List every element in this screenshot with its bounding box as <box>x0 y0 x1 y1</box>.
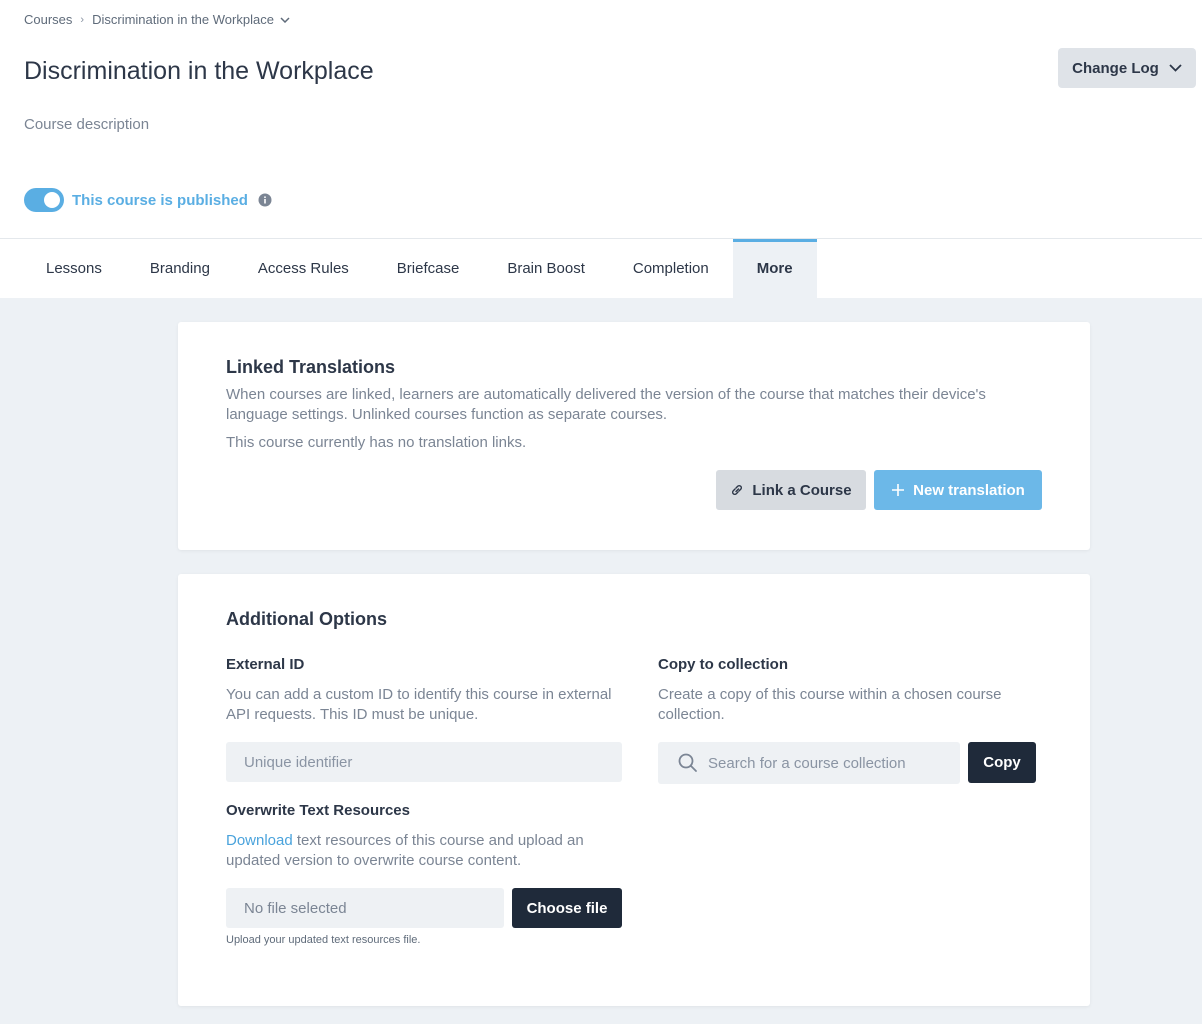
linked-translations-title: Linked Translations <box>226 357 396 377</box>
info-icon[interactable] <box>258 193 272 207</box>
tab-more[interactable]: More <box>732 239 817 298</box>
breadcrumb: Courses › Discrimination in the Workplac… <box>24 12 290 27</box>
publish-row: This course is published <box>24 188 272 212</box>
external-id-label: External ID <box>226 656 305 673</box>
additional-options-title: Additional Options <box>226 609 387 629</box>
download-link[interactable]: Download <box>226 832 293 849</box>
additional-options-card: Additional Options External ID You can a… <box>178 574 1090 1006</box>
breadcrumb-courses-link[interactable]: Courses <box>24 12 72 27</box>
chevron-down-icon <box>1169 64 1182 72</box>
tab-brain-boost[interactable]: Brain Boost <box>483 239 609 298</box>
link-a-course-button[interactable]: Link a Course <box>716 470 866 510</box>
breadcrumb-separator-icon: › <box>80 13 85 26</box>
copy-collection-label: Copy to collection <box>658 656 789 673</box>
translation-status: This course currently has no translation… <box>226 434 527 451</box>
link-icon <box>732 485 743 495</box>
file-status-field: No file selected <box>226 888 504 928</box>
copy-button[interactable]: Copy <box>968 742 1036 783</box>
overwrite-label: Overwrite Text Resources <box>226 802 410 819</box>
collection-search-field[interactable] <box>658 742 960 784</box>
plus-icon <box>892 484 905 496</box>
tab-briefcase[interactable]: Briefcase <box>373 239 484 298</box>
tab-branding[interactable]: Branding <box>126 239 234 298</box>
change-log-button[interactable]: Change Log <box>1058 48 1196 88</box>
overwrite-description: Download text resources of this course a… <box>226 831 626 871</box>
course-tabs: Lessons Branding Access Rules Briefcase … <box>0 238 1202 298</box>
linked-translations-card: Linked Translations When courses are lin… <box>178 322 1090 550</box>
page-title: Discrimination in the Workplace <box>24 57 374 85</box>
breadcrumb-current[interactable]: Discrimination in the Workplace <box>92 12 274 27</box>
link-a-course-label: Link a Course <box>752 481 852 499</box>
course-header: Courses › Discrimination in the Workplac… <box>0 0 1202 238</box>
tab-access-rules[interactable]: Access Rules <box>234 239 373 298</box>
linked-translations-description: When courses are linked, learners are au… <box>226 386 986 423</box>
external-id-input[interactable] <box>226 742 622 782</box>
chevron-down-icon[interactable] <box>280 16 290 23</box>
course-description[interactable]: Course description <box>24 116 149 133</box>
toggle-knob <box>44 192 60 208</box>
new-translation-label: New translation <box>913 481 1025 499</box>
tab-completion[interactable]: Completion <box>609 239 733 298</box>
publish-status-label: This course is published <box>72 191 248 209</box>
search-icon <box>678 753 697 772</box>
tab-lessons[interactable]: Lessons <box>22 239 126 298</box>
upload-hint: Upload your updated text resources file. <box>226 934 421 946</box>
new-translation-button[interactable]: New translation <box>874 470 1042 510</box>
collection-search-input[interactable] <box>708 754 948 772</box>
external-id-description: You can add a custom ID to identify this… <box>226 686 612 723</box>
publish-toggle[interactable] <box>24 188 64 212</box>
change-log-label: Change Log <box>1072 59 1159 77</box>
choose-file-button[interactable]: Choose file <box>512 888 622 928</box>
copy-collection-description: Create a copy of this course within a ch… <box>658 686 1002 723</box>
